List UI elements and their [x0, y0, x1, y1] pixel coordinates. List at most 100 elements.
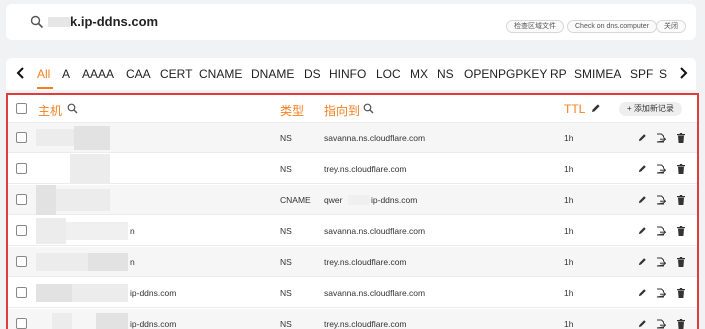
redacted-block — [348, 195, 370, 205]
pencil-icon[interactable] — [638, 195, 647, 205]
record-value: savanna.ns.cloudflare.com — [324, 288, 426, 298]
record-ttl: 1h — [564, 257, 574, 267]
redacted-block — [52, 313, 72, 329]
redacted-block — [70, 154, 110, 184]
record-value: trey.ns.cloudflare.com — [324, 257, 407, 267]
check-dns-computer-button[interactable]: Check on dns.computer — [567, 20, 657, 33]
trash-icon[interactable] — [677, 226, 686, 236]
table-row[interactable]: ip-ddns.com NS trey.ns.cloudflare.com 1h — [8, 309, 697, 329]
record-ttl: 1h — [564, 195, 574, 205]
column-ttl[interactable]: TTL — [564, 102, 585, 116]
dns-records-table: 主机 类型 指向到 TTL + 添加新记录 NS savanna.ns.clou… — [6, 93, 699, 329]
trash-icon[interactable] — [677, 257, 686, 267]
column-host[interactable]: 主机 — [38, 102, 62, 119]
tab-spf[interactable]: SPF — [630, 67, 653, 81]
pencil-icon[interactable] — [638, 226, 647, 236]
redacted-block — [36, 185, 56, 215]
record-host: n — [130, 257, 135, 267]
table-row[interactable]: n NS trey.ns.cloudflare.com 1h — [8, 247, 697, 277]
row-checkbox[interactable] — [16, 256, 27, 267]
search-icon[interactable] — [67, 103, 78, 114]
pencil-icon[interactable] — [638, 164, 647, 174]
add-record-button[interactable]: + 添加新记录 — [619, 102, 682, 116]
record-ttl: 1h — [564, 164, 574, 174]
record-type: NS — [280, 288, 292, 298]
tab-loc[interactable]: LOC — [376, 67, 401, 81]
table-row[interactable]: NS trey.ns.cloudflare.com 1h — [8, 154, 697, 184]
record-value: trey.ns.cloudflare.com — [324, 164, 407, 174]
row-checkbox[interactable] — [16, 163, 27, 174]
record-type-tabs: All A AAAA CAA CERT CNAME DNAME DS HINFO… — [6, 58, 696, 90]
redacted-block — [36, 284, 72, 302]
export-icon[interactable] — [656, 226, 666, 236]
export-icon[interactable] — [656, 195, 666, 205]
tab-mx[interactable]: MX — [410, 67, 428, 81]
close-button[interactable]: 关闭 — [656, 20, 686, 33]
select-all-checkbox[interactable] — [16, 103, 27, 114]
pencil-icon[interactable] — [638, 133, 647, 143]
tab-smimea[interactable]: SMIMEA — [574, 67, 621, 81]
record-ttl: 1h — [564, 133, 574, 143]
record-host: ip-ddns.com — [130, 319, 177, 329]
tab-ds[interactable]: DS — [304, 67, 321, 81]
tab-aaaa[interactable]: AAAA — [82, 67, 114, 81]
record-host: ip-ddns.com — [130, 288, 177, 298]
redacted-block — [66, 222, 128, 240]
export-icon[interactable] — [656, 257, 666, 267]
record-type: NS — [280, 133, 292, 143]
redacted-block — [74, 126, 110, 150]
tab-openpgpkey[interactable]: OPENPGPKEY — [464, 67, 547, 81]
pencil-icon[interactable] — [638, 319, 647, 329]
row-checkbox[interactable] — [16, 225, 27, 236]
record-type: CNAME — [280, 195, 311, 205]
trash-icon[interactable] — [677, 319, 686, 329]
tab-hinfo[interactable]: HINFO — [329, 67, 366, 81]
tab-rp[interactable]: RP — [550, 67, 567, 81]
trash-icon[interactable] — [677, 195, 686, 205]
tab-caa[interactable]: CAA — [126, 67, 151, 81]
row-checkbox[interactable] — [16, 194, 27, 205]
trash-icon[interactable] — [677, 288, 686, 298]
chevron-left-icon[interactable] — [16, 66, 26, 80]
tab-a[interactable]: A — [62, 67, 70, 81]
table-row[interactable]: ip-ddns.com NS savanna.ns.cloudflare.com… — [8, 278, 697, 308]
pencil-icon[interactable] — [591, 103, 601, 113]
column-type[interactable]: 类型 — [280, 102, 304, 119]
export-icon[interactable] — [656, 288, 666, 298]
export-icon[interactable] — [656, 164, 666, 174]
redacted-block — [36, 129, 74, 146]
search-icon[interactable] — [30, 15, 44, 29]
export-icon[interactable] — [656, 319, 666, 329]
export-icon[interactable] — [656, 133, 666, 143]
active-tab-indicator — [37, 87, 53, 89]
redacted-block — [88, 253, 128, 271]
table-row[interactable]: CNAME qwer ip-ddns.com 1h — [8, 185, 697, 215]
trash-icon[interactable] — [677, 164, 686, 174]
tab-ns[interactable]: NS — [437, 67, 454, 81]
column-points-to[interactable]: 指向到 — [324, 102, 360, 119]
record-value: qwer — [324, 195, 343, 205]
record-type: NS — [280, 319, 292, 329]
row-checkbox[interactable] — [16, 132, 27, 143]
tab-s-partial[interactable]: S — [659, 67, 667, 81]
tab-cname[interactable]: CNAME — [199, 67, 242, 81]
record-ttl: 1h — [564, 319, 574, 329]
tab-dname[interactable]: DNAME — [251, 67, 294, 81]
tab-cert[interactable]: CERT — [160, 67, 192, 81]
redacted-block — [96, 313, 128, 329]
check-zone-file-button[interactable]: 检查区域文件 — [506, 20, 564, 33]
domain-title: k.ip-ddns.com — [70, 14, 159, 29]
redacted-block — [48, 17, 70, 27]
record-value-suffix: ip-ddns.com — [371, 195, 418, 205]
table-header: 主机 类型 指向到 TTL + 添加新记录 — [8, 95, 697, 123]
pencil-icon[interactable] — [638, 257, 647, 267]
pencil-icon[interactable] — [638, 288, 647, 298]
trash-icon[interactable] — [677, 133, 686, 143]
search-icon[interactable] — [363, 103, 374, 114]
row-checkbox[interactable] — [16, 318, 27, 329]
row-checkbox[interactable] — [16, 287, 27, 298]
table-row[interactable]: n NS savanna.ns.cloudflare.com 1h — [8, 216, 697, 246]
tab-all[interactable]: All — [37, 67, 50, 81]
table-row[interactable]: NS savanna.ns.cloudflare.com 1h — [8, 123, 697, 153]
chevron-right-icon[interactable] — [678, 66, 688, 80]
